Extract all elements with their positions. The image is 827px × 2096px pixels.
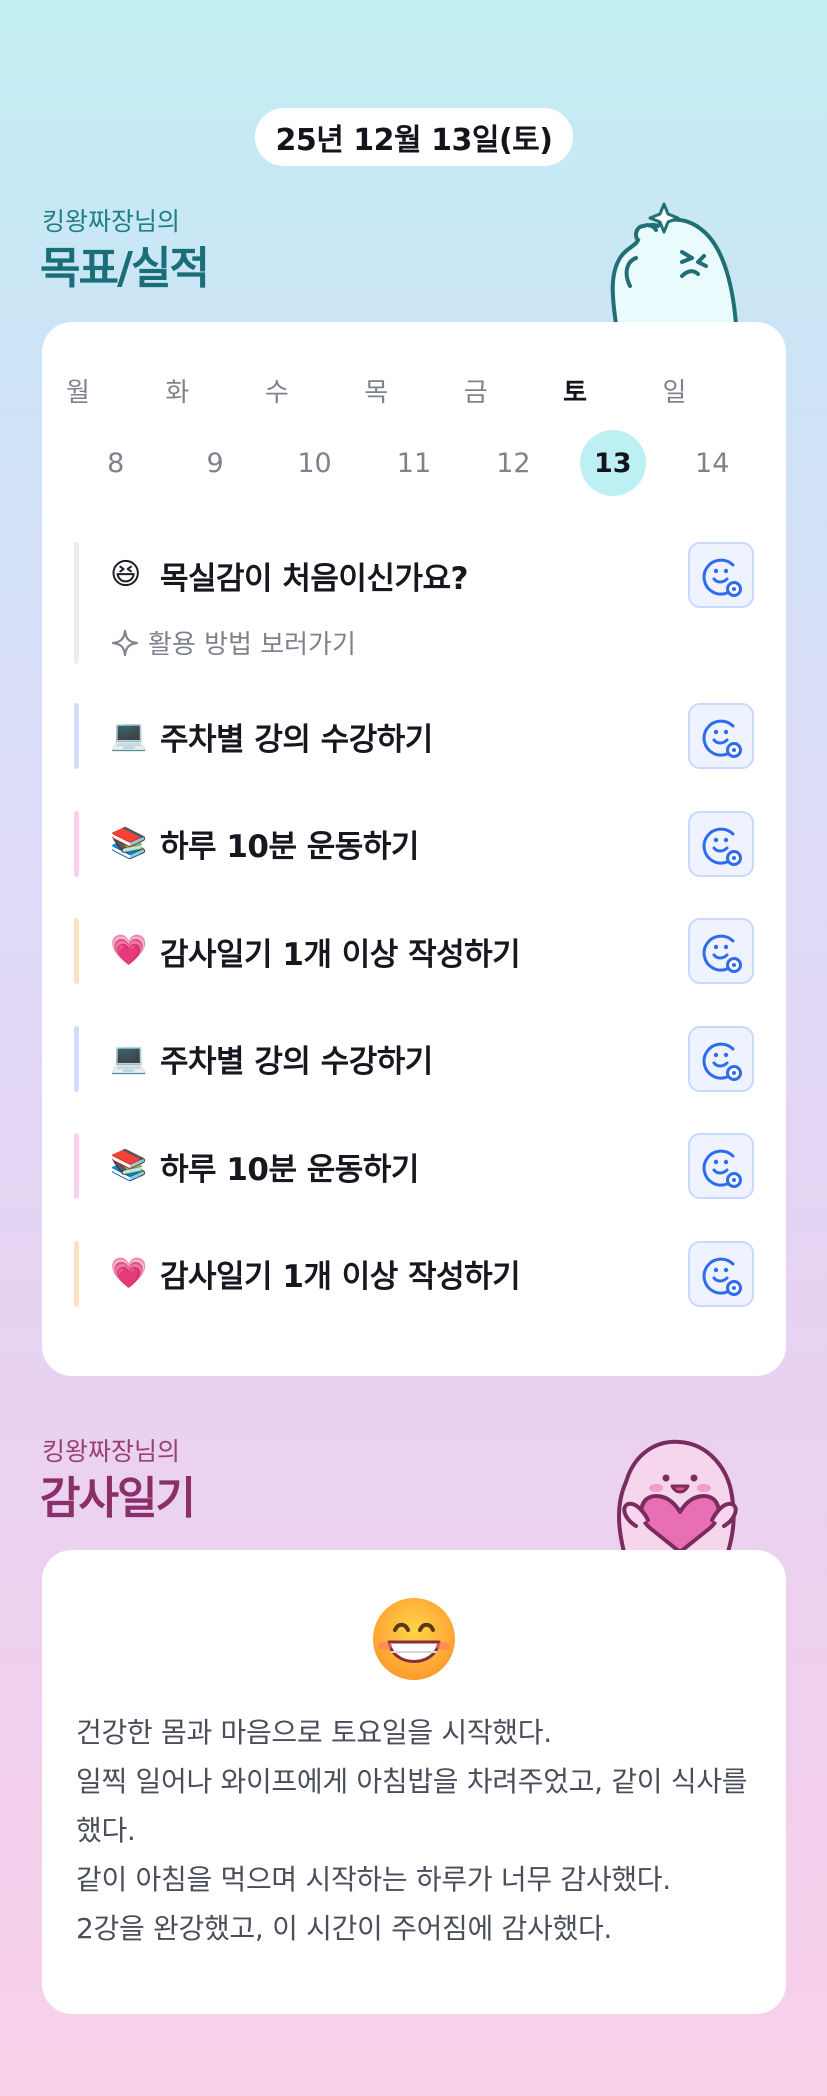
day-label: 월: [66, 378, 90, 408]
goal-text: 하루 10분 운동하기: [160, 1151, 419, 1188]
howto-link[interactable]: 활용 방법 보러가기: [110, 624, 356, 661]
day-label: 일: [662, 378, 687, 408]
reaction-button[interactable]: [688, 918, 754, 984]
goal-accent-bar: [74, 810, 79, 877]
smile-add-icon: [702, 719, 742, 758]
goal-accent-bar: [74, 1025, 79, 1092]
goal-accent-bar: [74, 1133, 79, 1199]
reaction-button[interactable]: [688, 810, 754, 877]
smile-add-icon: [702, 1257, 742, 1296]
goal-text: 감사일기 1개 이상 작성하기: [160, 1259, 521, 1295]
goal-emoji-icon: 📚: [110, 1148, 148, 1183]
reaction-button[interactable]: [688, 1025, 754, 1092]
day-label: 금: [463, 378, 488, 408]
smile-add-icon: [702, 1042, 742, 1081]
gratitude-diary-text: 건강한 몸과 마음으로 토요일을 시작했다. 일찍 일어나 와이프에게 아침밥을 …: [76, 1708, 756, 1953]
smile-add-icon: [702, 1149, 742, 1188]
selected-day-number[interactable]: 13: [579, 430, 646, 496]
day-5[interactable]: 토 13: [563, 322, 662, 522]
day-number[interactable]: 14: [679, 430, 745, 496]
goal-emoji-icon: 📚: [110, 825, 148, 861]
day-label: 수: [264, 378, 289, 408]
laughing-face-icon: 😆: [110, 557, 142, 592]
goal-emoji-icon: 💻: [110, 1040, 148, 1076]
reaction-button[interactable]: [688, 1240, 754, 1307]
date-pill[interactable]: 25년 12월 13일(토): [255, 108, 573, 166]
goal-item[interactable]: 💗 감사일기 1개 이상 작성하기: [74, 1240, 754, 1307]
goal-text: 감사일기 1개 이상 작성하기: [160, 936, 521, 973]
goal-accent-bar: [74, 918, 79, 984]
howto-link-label: 활용 방법 보러가기: [148, 630, 356, 660]
day-6[interactable]: 일 14: [663, 322, 762, 522]
goal-emoji-icon: 💗: [110, 1255, 148, 1291]
goal-card: 월 8 화 9 수 10 목 11 금 12 토 13 일 14 😆 목실감이 처음이신가요? 활: [42, 322, 786, 1376]
goal-accent-bar: [74, 703, 79, 769]
heart-mascot-illustration: [617, 1439, 738, 1552]
goal-item[interactable]: 📚 하루 10분 운동하기: [74, 1133, 754, 1199]
goal-text: 주차별 강의 수강하기: [160, 1044, 433, 1080]
gratitude-card: 건강한 몸과 마음으로 토요일을 시작했다. 일찍 일어나 와이프에게 아침밥을 …: [42, 1550, 786, 2014]
sparkle-icon: [111, 629, 139, 656]
day-3[interactable]: 목 11: [364, 322, 463, 522]
goal-text: 주차별 강의 수강하기: [160, 721, 433, 758]
day-1[interactable]: 화9: [165, 322, 264, 522]
week-selector: 월 8 화 9 수 10 목 11 금 12 토 13 일 14: [66, 322, 762, 522]
reaction-button[interactable]: [688, 542, 754, 608]
day-label: 토: [563, 378, 588, 408]
gratitude-line: 같이 아침을 먹으며 시작하는 하루가 너무 감사했다.: [76, 1863, 671, 1896]
day-number[interactable]: 12: [480, 430, 546, 496]
day-4[interactable]: 금 12: [464, 322, 563, 522]
gratitude-line: 일찍 일어나 와이프에게 아침밥을 차려주었고, 같이 식사를 했다.: [76, 1765, 748, 1847]
gratitude-line: 건강한 몸과 마음으로 토요일을 시작했다.: [76, 1716, 552, 1749]
goal-accent-bar: [74, 1240, 79, 1307]
goal-emoji-icon: 💻: [110, 718, 148, 753]
intro-title: 목실감이 처음이신가요?: [160, 560, 468, 597]
goal-item[interactable]: 💗 감사일기 1개 이상 작성하기: [74, 918, 754, 984]
grinning-face-icon: [373, 1598, 455, 1680]
day-0[interactable]: 월8: [66, 322, 165, 522]
goal-item[interactable]: 💻 주차별 강의 수강하기: [74, 1025, 754, 1092]
day-2[interactable]: 수 10: [265, 322, 364, 522]
day-label: 목: [364, 378, 389, 408]
gratitude-section-title: 감사일기: [40, 1473, 196, 1524]
day-number[interactable]: 8: [83, 430, 149, 496]
reaction-button[interactable]: [688, 1133, 754, 1199]
smile-add-icon: [702, 934, 742, 973]
intro-block: 😆 목실감이 처음이신가요? 활용 방법 보러가기: [74, 542, 754, 664]
day-number[interactable]: 9: [182, 430, 248, 496]
smile-add-icon: [702, 558, 742, 597]
goal-section-title: 목표/실적: [40, 243, 210, 294]
reaction-button[interactable]: [688, 703, 754, 769]
goal-item[interactable]: 📚 하루 10분 운동하기: [74, 810, 754, 877]
goal-item[interactable]: 💻 주차별 강의 수강하기: [74, 703, 754, 769]
goal-text: 하루 10분 운동하기: [160, 829, 419, 865]
intro-item: 😆 목실감이 처음이신가요?: [74, 542, 754, 608]
smile-add-icon: [702, 827, 742, 866]
day-number[interactable]: 11: [381, 430, 447, 496]
gratitude-line: 2강을 완강했고, 이 시간이 주어짐에 감사했다.: [76, 1912, 612, 1945]
day-label: 화: [165, 378, 190, 408]
goal-emoji-icon: 💗: [110, 933, 148, 968]
thumbs-up-mascot-illustration: [610, 202, 738, 326]
day-number[interactable]: 10: [282, 430, 348, 496]
